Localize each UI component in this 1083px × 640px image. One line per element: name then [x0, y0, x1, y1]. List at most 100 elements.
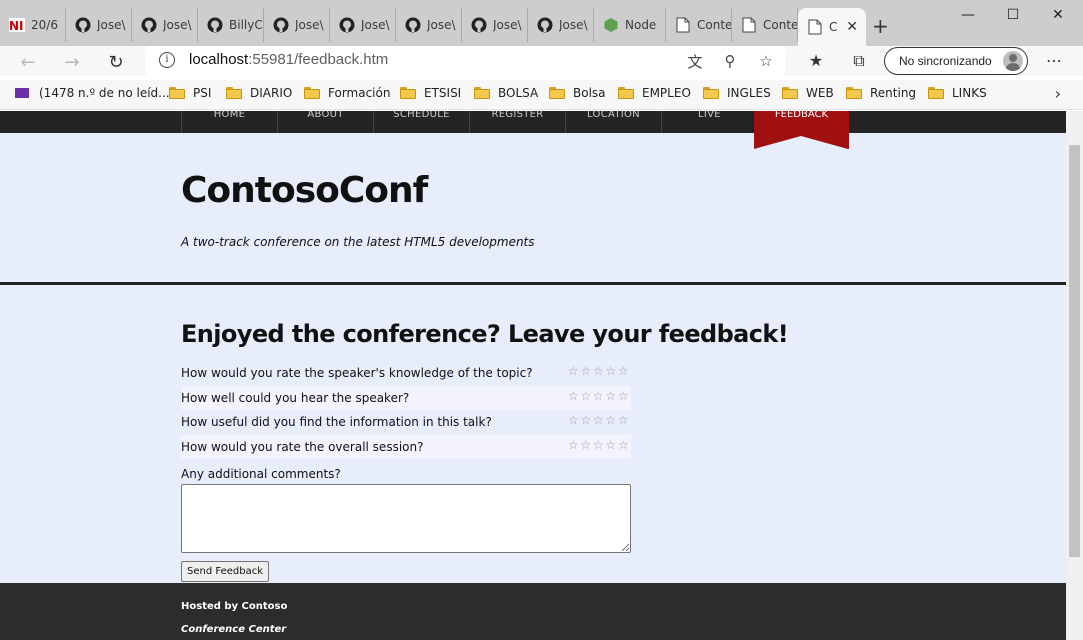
nav-item-live[interactable]: LIVE — [661, 111, 757, 133]
browser-tab[interactable]: Conte — [732, 8, 798, 42]
github-icon — [339, 17, 355, 33]
zoom-icon[interactable]: ⚲ — [720, 51, 740, 71]
translate-icon[interactable]: 文 — [685, 51, 705, 71]
news-icon: NI — [9, 17, 25, 33]
sync-label: No sincronizando — [899, 54, 992, 68]
address-bar[interactable]: i localhost:55981/feedback.htm 文 ⚲ ☆ — [145, 46, 785, 76]
star-icon[interactable]: ☆ — [617, 438, 630, 452]
scrollbar-thumb[interactable] — [1069, 145, 1080, 557]
star-icon[interactable]: ☆ — [617, 364, 630, 378]
bookmark-item[interactable]: BOLSA — [474, 86, 538, 100]
nav-item-register[interactable]: REGISTER — [469, 111, 565, 133]
bookmarks-bar: (1478 n.º de no leíd... PSI DIARIO Formació… — [0, 80, 1083, 110]
star-icon[interactable]: ☆ — [580, 413, 593, 427]
browser-tab[interactable]: Jose\ — [330, 8, 396, 42]
tab-label: BillyC — [229, 18, 263, 32]
star-rating[interactable]: ☆ ☆ ☆ ☆ ☆ — [567, 389, 630, 403]
page-scrollbar[interactable] — [1066, 111, 1083, 640]
star-rating[interactable]: ☆ ☆ ☆ ☆ ☆ — [567, 413, 630, 427]
star-icon[interactable]: ☆ — [567, 438, 580, 452]
close-window-button[interactable]: ✕ — [1033, 0, 1083, 30]
star-icon[interactable]: ☆ — [567, 389, 580, 403]
comments-label: Any additional comments? — [181, 467, 341, 481]
site-info-icon[interactable]: i — [159, 52, 175, 68]
back-button[interactable]: ← — [16, 50, 40, 74]
star-icon[interactable]: ☆ — [567, 413, 580, 427]
star-icon[interactable]: ☆ — [617, 413, 630, 427]
browser-tab[interactable]: Jose\ — [528, 8, 594, 42]
chevron-right-icon[interactable]: › — [1055, 84, 1061, 103]
nav-item-about[interactable]: ABOUT — [277, 111, 373, 133]
star-icon[interactable]: ☆ — [592, 438, 605, 452]
bookmark-label: Bolsa — [573, 86, 606, 100]
bookmark-label: DIARIO — [250, 86, 293, 100]
star-icon[interactable]: ☆ — [580, 364, 593, 378]
bookmark-label: WEB — [806, 86, 834, 100]
star-icon[interactable]: ☆ — [580, 438, 593, 452]
site-footer: Hosted by Contoso Conference Center — [0, 583, 1066, 640]
star-icon[interactable]: ☆ — [592, 389, 605, 403]
refresh-button[interactable]: ↻ — [104, 50, 128, 74]
close-tab-icon[interactable]: ✕ — [846, 19, 858, 35]
star-rating[interactable]: ☆ ☆ ☆ ☆ ☆ — [567, 438, 630, 452]
send-feedback-button[interactable]: Send Feedback — [181, 561, 269, 582]
bookmark-item[interactable]: Formación — [304, 86, 390, 100]
svg-text:NI: NI — [9, 19, 24, 32]
browser-tab[interactable]: Node — [594, 8, 666, 42]
bookmark-item[interactable]: INGLES — [703, 86, 771, 100]
star-icon[interactable]: ☆ — [605, 438, 618, 452]
star-icon[interactable]: ☆ — [580, 389, 593, 403]
browser-tab[interactable]: Jose\ — [66, 8, 132, 42]
star-icon[interactable]: ☆ — [605, 364, 618, 378]
nav-item-location[interactable]: LOCATION — [565, 111, 661, 133]
nav-item-home[interactable]: HOME — [181, 111, 277, 133]
bookmark-item[interactable]: Bolsa — [549, 86, 606, 100]
comments-textarea[interactable] — [181, 484, 631, 553]
star-icon[interactable]: ☆ — [605, 413, 618, 427]
bookmark-item[interactable]: ETSISI — [400, 86, 461, 100]
browser-tab[interactable]: Jose\ — [132, 8, 198, 42]
star-icon[interactable]: ☆ — [592, 364, 605, 378]
bookmark-item[interactable]: (1478 n.º de no leíd... — [15, 86, 170, 100]
ribbon-notch — [754, 136, 848, 149]
question-text: How useful did you find the information … — [181, 415, 492, 429]
bookmark-item[interactable]: DIARIO — [226, 86, 292, 100]
browser-tab[interactable]: Jose\ — [396, 8, 462, 42]
feedback-question-row: How useful did you find the information … — [181, 410, 631, 434]
nav-item-feedback[interactable]: FEEDBACK — [754, 111, 849, 127]
browser-tab[interactable]: C ✕ — [798, 8, 866, 46]
nav-item-schedule[interactable]: SCHEDULE — [373, 111, 469, 133]
forward-button[interactable]: → — [60, 50, 84, 74]
folder-icon — [226, 87, 242, 99]
star-icon[interactable]: ☆ — [567, 364, 580, 378]
tab-strip: NI 20/6 Jose\ Jose\ BillyC Jose\ Jose\ Jose\ Jos… — [0, 0, 1083, 46]
browser-tab[interactable]: Jose\ — [264, 8, 330, 42]
favorite-star-icon[interactable]: ☆ — [756, 51, 776, 71]
browser-tab[interactable]: NI 20/6 — [0, 8, 66, 42]
bookmark-item[interactable]: LINKS — [928, 86, 987, 100]
tab-label: Jose\ — [163, 18, 192, 32]
collections-icon[interactable]: ⧉ — [848, 51, 870, 71]
header-divider — [0, 282, 1066, 285]
browser-tab[interactable]: Conte — [666, 8, 732, 42]
more-menu-icon[interactable]: ⋯ — [1043, 51, 1065, 70]
tab-label: Jose\ — [427, 18, 456, 32]
star-icon[interactable]: ☆ — [617, 389, 630, 403]
star-rating[interactable]: ☆ ☆ ☆ ☆ ☆ — [567, 364, 630, 378]
bookmark-item[interactable]: Renting — [846, 86, 916, 100]
bookmark-item[interactable]: PSI — [169, 86, 211, 100]
bookmark-item[interactable]: WEB — [782, 86, 834, 100]
new-tab-button[interactable]: + — [872, 14, 889, 38]
bookmark-item[interactable]: EMPLEO — [618, 86, 691, 100]
profile-sync-button[interactable]: No sincronizando — [884, 47, 1028, 75]
browser-tab[interactable]: BillyC — [198, 8, 264, 42]
url-text[interactable]: localhost:55981/feedback.htm — [189, 51, 388, 68]
star-icon[interactable]: ☆ — [605, 389, 618, 403]
star-icon[interactable]: ☆ — [592, 413, 605, 427]
minimize-button[interactable]: — — [943, 0, 993, 30]
maximize-button[interactable]: ☐ — [988, 0, 1038, 30]
tab-label: Jose\ — [97, 18, 126, 32]
tab-label: C — [829, 20, 838, 34]
favorites-icon[interactable]: ★ — [805, 51, 827, 70]
browser-tab[interactable]: Jose\ — [462, 8, 528, 42]
